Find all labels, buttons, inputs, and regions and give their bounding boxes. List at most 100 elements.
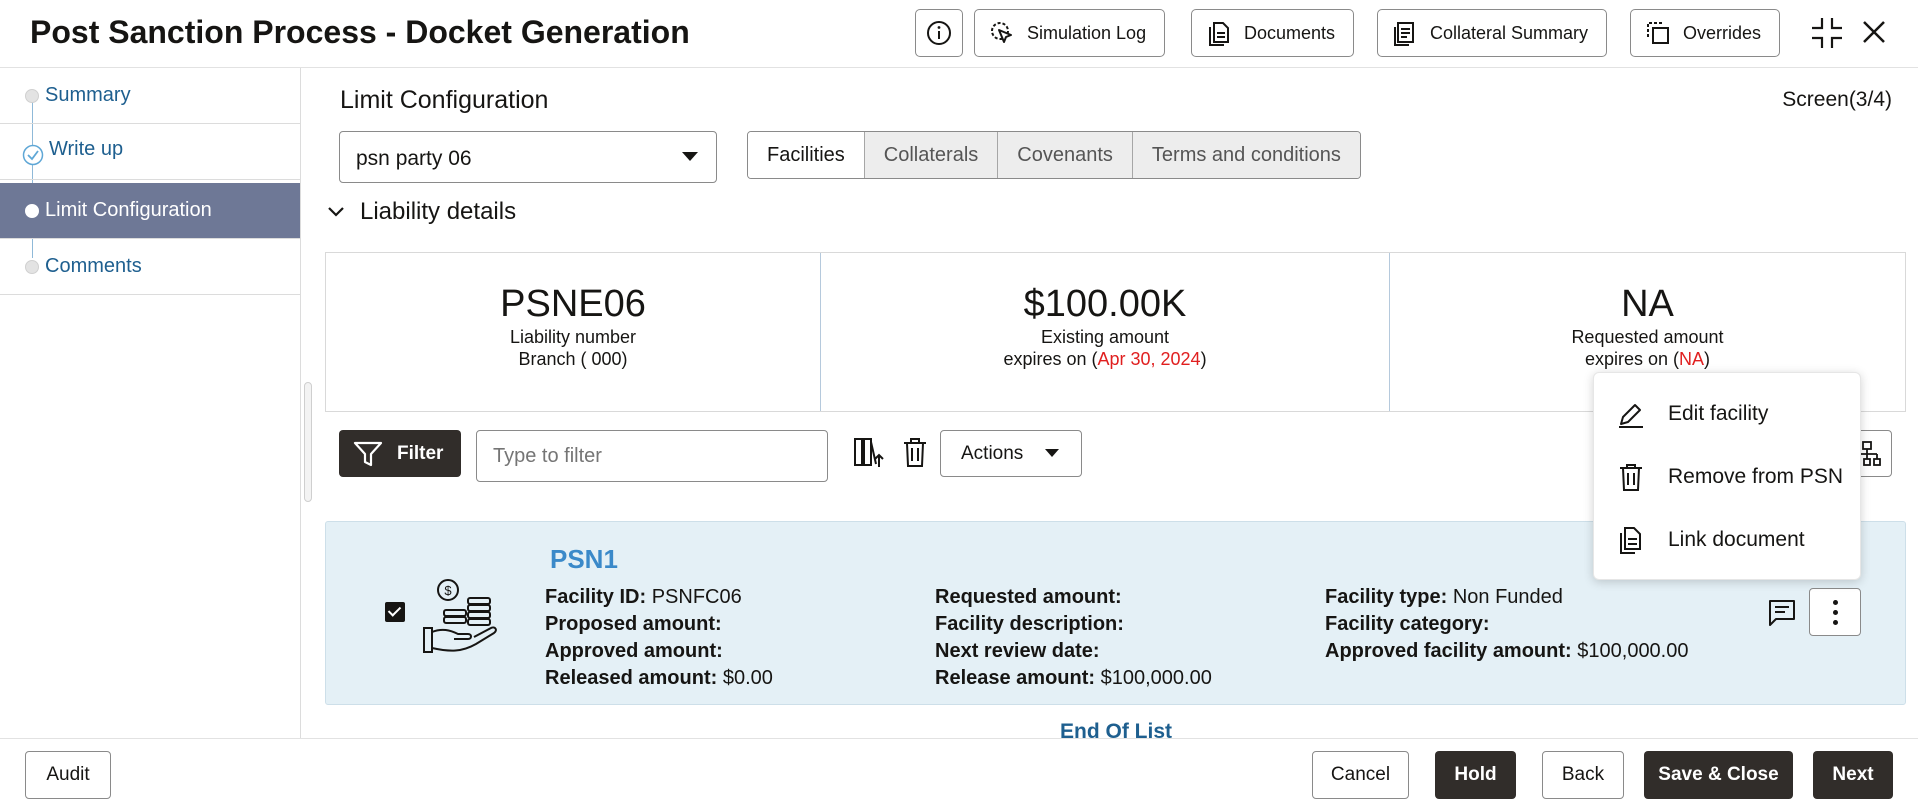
svg-text:$: $ (444, 583, 452, 598)
liability-number-label: Liability number (509, 327, 637, 347)
sidebar-item-comments[interactable]: Comments (0, 239, 300, 295)
existing-amount-cell: $100.00K Existing amount expires on (Apr… (821, 253, 1390, 411)
hand-coins-icon: $ (423, 579, 497, 653)
hold-button[interactable]: Hold (1435, 751, 1516, 799)
facility-column-2: Requested amount: Facility description: … (935, 586, 1212, 689)
save-close-button[interactable]: Save & Close (1644, 751, 1793, 799)
audit-button[interactable]: Audit (25, 751, 111, 799)
facility-category-label: Facility category: (1325, 613, 1490, 635)
approved-facility-amount-value: $100,000.00 (1577, 640, 1689, 662)
documents-icon (1209, 22, 1229, 46)
tab-bar: Facilities Collaterals Covenants Terms a… (747, 131, 1361, 179)
documents-button[interactable]: Documents (1191, 9, 1355, 57)
menu-item-label: Edit facility (1668, 402, 1769, 425)
more-options-button[interactable] (1809, 588, 1861, 636)
simulation-log-label: Simulation Log (1027, 22, 1147, 43)
documents-label: Documents (1244, 22, 1336, 43)
sidebar-item-write-up[interactable]: Write up (0, 124, 300, 180)
sidebar-item-summary[interactable]: Summary (0, 68, 300, 124)
facility-column-1: Facility ID: PSNFC06 Proposed amount: Ap… (545, 586, 773, 689)
requested-amount-value: NA (1621, 283, 1674, 325)
menu-item-edit-facility[interactable]: Edit facility (1594, 388, 1862, 440)
liability-number-value: PSNE06 (500, 283, 646, 325)
collapse-icon[interactable] (1810, 16, 1844, 50)
approved-amount-label: Approved amount: (545, 640, 723, 662)
requested-expiry: expires on (NA) (1584, 349, 1711, 369)
collateral-summary-label: Collateral Summary (1430, 22, 1589, 43)
overrides-button[interactable]: Overrides (1630, 9, 1781, 57)
filter-label: Filter (397, 442, 444, 464)
existing-expiry: expires on (Apr 30, 2024) (1003, 349, 1207, 369)
section-title: Limit Configuration (340, 86, 549, 114)
released-amount-value: $0.00 (722, 667, 773, 689)
header: Post Sanction Process - Docket Generatio… (0, 0, 1918, 68)
completed-check-icon (22, 144, 44, 166)
cancel-button[interactable]: Cancel (1312, 751, 1409, 799)
sidebar-item-label: Write up (49, 138, 124, 160)
trash-icon (1620, 464, 1642, 491)
liability-number-cell: PSNE06 Liability number Branch ( 000) (326, 253, 821, 411)
existing-amount-value: $100.00K (1023, 283, 1187, 325)
edit-icon (1619, 404, 1643, 428)
facility-name[interactable]: PSN1 (550, 544, 618, 575)
chevron-down-icon (328, 207, 344, 217)
bulk-upload-icon[interactable] (853, 436, 885, 470)
collateral-summary-button[interactable]: Collateral Summary (1377, 9, 1608, 57)
requested-amount-label: Requested amount: (935, 586, 1122, 608)
liability-details-toggle[interactable]: Liability details (326, 198, 516, 226)
requested-amount-label: Requested amount (1571, 327, 1724, 347)
simulation-log-button[interactable]: Simulation Log (974, 9, 1166, 57)
menu-item-label: Remove from PSN (1668, 465, 1844, 488)
sidebar-item-label: Limit Configuration (45, 199, 212, 221)
scrollbar[interactable] (304, 382, 312, 502)
menu-item-link-document[interactable]: Link document (1594, 514, 1862, 566)
actions-dropdown[interactable]: Actions (940, 430, 1082, 477)
release-amount-value: $100,000.00 (1100, 667, 1212, 689)
facility-select-checkbox[interactable] (385, 602, 405, 622)
next-button[interactable]: Next (1813, 751, 1893, 799)
collateral-summary-icon (1394, 22, 1414, 46)
link-document-icon (1620, 527, 1641, 554)
sidebar: Summary Write up Limit Configuration Com… (0, 68, 301, 738)
existing-expiry-date: Apr 30, 2024 (1097, 349, 1201, 369)
menu-item-remove-from-psn[interactable]: Remove from PSN (1594, 451, 1862, 503)
facility-description-label: Facility description: (935, 613, 1124, 635)
proposed-amount-label: Proposed amount: (545, 613, 722, 635)
facility-context-menu: Edit facility Remove from PSN Link docum… (1593, 372, 1861, 580)
liability-details-label: Liability details (360, 198, 517, 225)
tab-terms-and-conditions[interactable]: Terms and conditions (1131, 132, 1360, 178)
filter-icon (353, 441, 383, 466)
party-select-value: psn party 06 (356, 147, 472, 170)
close-icon[interactable] (1860, 18, 1888, 46)
caret-down-icon (1045, 449, 1059, 457)
filter-button[interactable]: Filter (339, 430, 461, 477)
overrides-label: Overrides (1683, 22, 1762, 43)
back-button[interactable]: Back (1542, 751, 1624, 799)
screen-indicator: Screen(3/4) (1782, 88, 1892, 111)
overrides-icon (1647, 22, 1669, 44)
delete-icon[interactable] (901, 436, 929, 470)
kebab-dot (1833, 620, 1838, 625)
party-select[interactable]: psn party 06 (339, 131, 717, 183)
cursor-click-icon (991, 22, 1012, 43)
comment-icon[interactable] (1767, 597, 1797, 627)
info-button[interactable] (915, 9, 963, 57)
facility-id-value: PSNFC06 (651, 586, 742, 608)
liability-branch: Branch ( 000) (518, 349, 628, 369)
sidebar-item-limit-configuration[interactable]: Limit Configuration (0, 183, 300, 239)
facility-type-value: Non Funded (1452, 586, 1563, 608)
pending-step-icon (25, 89, 39, 103)
menu-item-label: Link document (1668, 528, 1805, 551)
active-step-icon (25, 204, 39, 218)
pending-step-icon (25, 260, 39, 274)
existing-amount-label: Existing amount (1040, 327, 1170, 347)
tab-covenants[interactable]: Covenants (997, 132, 1132, 178)
tab-collaterals[interactable]: Collaterals (863, 132, 998, 178)
tab-facilities[interactable]: Facilities (748, 132, 864, 178)
sidebar-item-label: Summary (45, 84, 131, 106)
kebab-dot (1833, 610, 1838, 615)
facility-column-3: Facility type: Non Funded Facility categ… (1325, 586, 1689, 662)
kebab-dot (1833, 600, 1838, 605)
filter-input[interactable] (476, 430, 828, 482)
actions-label: Actions (961, 442, 1024, 464)
